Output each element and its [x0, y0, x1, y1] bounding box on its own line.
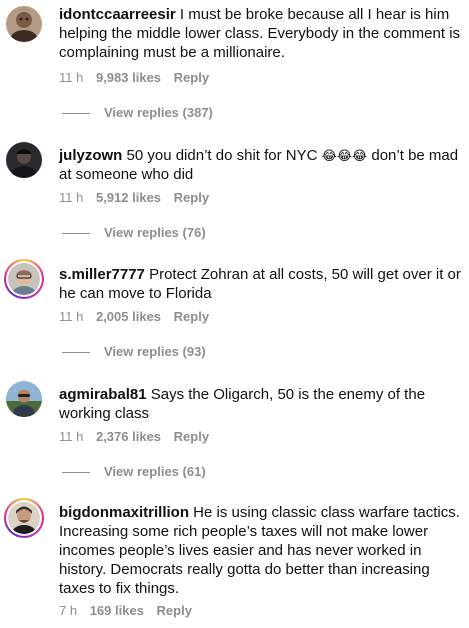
- comment-text-block: julyzown 50 you didn’t do shit for NYC 😂…: [59, 146, 464, 184]
- story-ring-avatar-icon[interactable]: [4, 259, 44, 299]
- view-replies-button[interactable]: View replies (76): [62, 225, 206, 240]
- comment-username[interactable]: agmirabal81: [59, 386, 147, 403]
- view-replies-button[interactable]: View replies (387): [62, 105, 213, 120]
- comment-text-block: s.miller7777 Protect Zohran at all costs…: [59, 265, 464, 303]
- divider-line: [62, 472, 90, 474]
- laughing-emoji-icon: 😂😂😂: [321, 148, 368, 163]
- view-replies-label: View replies (387): [104, 105, 213, 120]
- comment-meta: 11 h 5,912 likes Reply: [59, 190, 218, 205]
- likes-count[interactable]: 169 likes: [90, 603, 144, 618]
- comment-username[interactable]: julyzown: [59, 147, 122, 164]
- likes-count[interactable]: 9,983 likes: [96, 70, 161, 85]
- comment-time: 11 h: [59, 70, 84, 85]
- likes-count[interactable]: 5,912 likes: [96, 190, 161, 205]
- comment-username[interactable]: s.miller7777: [59, 266, 145, 283]
- comment-time: 11 h: [59, 190, 84, 205]
- user-avatar-icon[interactable]: [6, 6, 42, 42]
- comment-meta: 11 h 2,005 likes Reply: [59, 309, 218, 324]
- comment-username[interactable]: idontccaarreesir: [59, 6, 176, 23]
- comment-text-block: agmirabal81 Says the Oligarch, 50 is the…: [59, 385, 464, 423]
- view-replies-button[interactable]: View replies (93): [62, 344, 206, 359]
- reply-button[interactable]: Reply: [157, 603, 192, 618]
- comment-username[interactable]: bigdonmaxitrillion: [59, 504, 189, 521]
- reply-button[interactable]: Reply: [174, 429, 209, 444]
- view-replies-label: View replies (61): [104, 464, 206, 479]
- divider-line: [62, 233, 90, 235]
- divider-line: [62, 352, 90, 354]
- view-replies-button[interactable]: View replies (61): [62, 464, 206, 479]
- comment-meta: 11 h 9,983 likes Reply: [59, 70, 218, 85]
- user-avatar-icon[interactable]: [6, 142, 42, 178]
- reply-button[interactable]: Reply: [174, 70, 209, 85]
- comment-meta: 7 h 169 likes Reply: [59, 603, 201, 618]
- user-avatar-icon[interactable]: [6, 381, 42, 417]
- likes-count[interactable]: 2,005 likes: [96, 309, 161, 324]
- reply-button[interactable]: Reply: [174, 190, 209, 205]
- story-ring-avatar-icon[interactable]: [4, 498, 44, 538]
- reply-button[interactable]: Reply: [174, 309, 209, 324]
- view-replies-label: View replies (93): [104, 344, 206, 359]
- comment-body-start: 50 you didn’t do shit for NYC: [126, 147, 322, 164]
- comment-time: 11 h: [59, 309, 84, 324]
- comment-meta: 11 h 2,376 likes Reply: [59, 429, 218, 444]
- divider-line: [62, 113, 90, 115]
- comment-time: 7 h: [59, 603, 78, 618]
- view-replies-label: View replies (76): [104, 225, 206, 240]
- likes-count[interactable]: 2,376 likes: [96, 429, 161, 444]
- comment-time: 11 h: [59, 429, 84, 444]
- comment-text-block: bigdonmaxitrillion He is using classic c…: [59, 503, 464, 598]
- comment-text-block: idontccaarreesir I must be broke because…: [59, 5, 464, 62]
